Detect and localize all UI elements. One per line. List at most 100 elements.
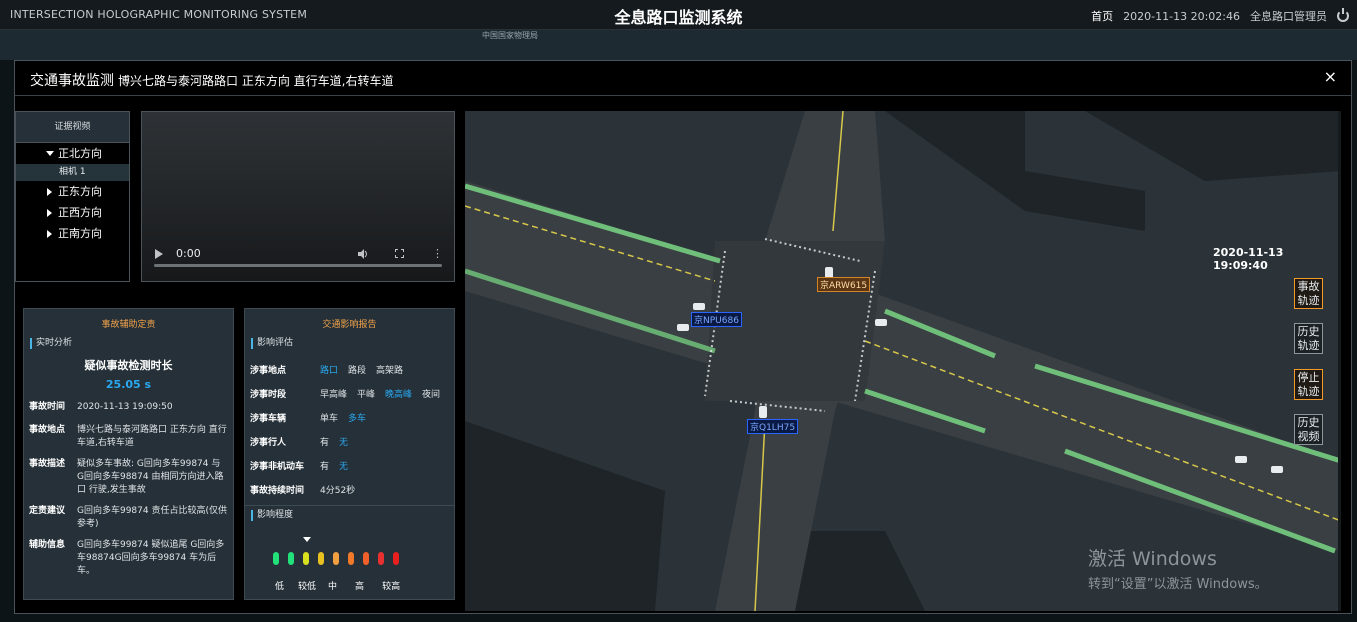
direction-north[interactable]: 正北方向 [16, 143, 129, 164]
vehicle-plate-label[interactable]: 京ARW615 [817, 277, 871, 292]
report-row: 涉事非机动车 有无 [250, 453, 454, 477]
modal-title: 交通事故监测 博兴七路与泰河路路口 正东方向 直行车道,右转车道 [30, 70, 393, 90]
report-row-key: 涉事时段 [250, 389, 287, 400]
report-option: 单车 [320, 413, 339, 424]
camera-1[interactable]: 相机 1 [16, 164, 129, 181]
assist-row-value: G回向多车99874 疑似追尾 G回向多车98874G回向多车99874 车为后… [77, 540, 225, 576]
watermark-line1: 激活 Windows [1088, 548, 1217, 570]
report-row-key: 涉事非机动车 [250, 461, 305, 472]
user-name[interactable]: 全息路口管理员 [1250, 8, 1327, 24]
impact-scale: 低 较低 中 高 较高 [275, 579, 400, 592]
watermark-line2: 转到“设置”以激活 Windows。 [1088, 577, 1268, 592]
assist-row: 事故时间 2020-11-13 19:09:50 [29, 401, 233, 414]
direction-south-label: 正南方向 [58, 227, 102, 240]
level-light [333, 552, 339, 565]
history-trajectory-button[interactable]: 历史轨迹 [1294, 323, 1323, 354]
stop-trajectory-button[interactable]: 停止轨迹 [1294, 369, 1323, 400]
video-player[interactable]: 0:00 ⋮ [141, 111, 455, 282]
level-light [318, 552, 324, 565]
assist-section: 实时分析 [30, 338, 233, 349]
assist-row-key: 辅助信息 [29, 540, 66, 550]
assist-row-value: G回向多车99874 责任占比较高(仅供参考) [77, 506, 227, 529]
accident-modal: 交通事故监测 博兴七路与泰河路路口 正东方向 直行车道,右转车道 × 证据视频 正… [14, 60, 1352, 614]
intersection-map[interactable]: 2020-11-13 19:09:40 京NPU686 京ARW615 京Q1L… [465, 111, 1341, 611]
report-section-impact: 影响程度 [251, 510, 454, 521]
impact-level-indicator [273, 552, 399, 565]
report-option: 有 [320, 437, 330, 448]
more-options-icon[interactable]: ⋮ [432, 247, 443, 260]
map-timestamp: 2020-11-13 19:09:40 [1213, 246, 1284, 272]
scale-label: 中 [328, 582, 338, 592]
assist-row-key: 事故时间 [29, 402, 66, 412]
scale-label: 低 [275, 582, 285, 592]
accident-trajectory-button[interactable]: 事故轨迹 [1294, 278, 1323, 309]
report-option: 无 [339, 437, 349, 448]
report-option: 有 [320, 461, 330, 472]
assist-row-key: 定责建议 [29, 506, 66, 516]
report-option: 无 [339, 461, 349, 472]
video-time: 0:00 [176, 247, 201, 260]
report-row: 涉事行人 有无 [250, 429, 454, 453]
assist-row: 事故地点 博兴七路与泰河路路口 正东方向 直行车道,右转车道 [29, 424, 233, 450]
windows-activation-watermark: 激活 Windows 转到“设置”以激活 Windows。 [1088, 544, 1268, 592]
video-progress-bar[interactable] [154, 264, 442, 267]
direction-east[interactable]: 正东方向 [16, 181, 129, 202]
top-right-info: 首页 2020-11-13 20:02:46 全息路口管理员 [1091, 8, 1349, 24]
report-row: 涉事时段 早高峰 平峰 晚高峰 夜间 [250, 381, 454, 405]
level-light [303, 552, 309, 565]
report-option: 多车 [348, 413, 367, 424]
modal-location: 博兴七路与泰河路路口 正东方向 直行车道,右转车道 [118, 74, 394, 88]
modal-header: 交通事故监测 博兴七路与泰河路路口 正东方向 直行车道,右转车道 × [15, 61, 1351, 96]
volume-icon[interactable] [358, 249, 368, 259]
report-option: 夜间 [422, 389, 441, 400]
assist-row: 事故描述 疑似多车事故: G回向多车99874 与 G回向多车98874 由相同方… [29, 458, 233, 497]
report-section-evaluation: 影响评估 [251, 338, 454, 349]
metric-label: 疑似事故检测时长 [84, 359, 173, 372]
play-icon[interactable] [155, 249, 163, 259]
direction-east-label: 正东方向 [58, 185, 102, 198]
vehicle-plate-label[interactable]: 京Q1LH75 [747, 419, 799, 434]
report-option: 4分52秒 [320, 485, 356, 496]
background-map-strip: 中国国家物理局 [0, 30, 1357, 60]
top-bar: INTERSECTION HOLOGRAPHIC MONITORING SYST… [0, 0, 1357, 30]
assist-row-key: 事故描述 [29, 459, 66, 469]
report-option: 早高峰 [320, 389, 348, 400]
fullscreen-icon[interactable] [395, 249, 404, 258]
assist-card: 事故辅助定责 实时分析 疑似事故检测时长 25.05 s 事故时间 2020-11… [23, 308, 234, 600]
history-video-button[interactable]: 历史视频 [1294, 414, 1323, 445]
assist-row: 定责建议 G回向多车99874 责任占比较高(仅供参考) [29, 505, 233, 531]
report-row-key: 事故持续时间 [250, 485, 305, 496]
level-light [288, 552, 294, 565]
direction-south[interactable]: 正南方向 [16, 223, 129, 244]
map-scrollbar[interactable] [1338, 111, 1341, 611]
report-option: 路段 [348, 365, 367, 376]
direction-west[interactable]: 正西方向 [16, 202, 129, 223]
report-row: 涉事地点 路口 路段 高架路 [250, 357, 454, 381]
report-option: 晚高峰 [385, 389, 413, 400]
power-icon[interactable] [1337, 8, 1349, 22]
report-option: 路口 [320, 365, 339, 376]
assist-row-value: 疑似多车事故: G回向多车99874 与 G回向多车98874 由相同方向进入路… [77, 459, 224, 495]
report-row-key: 涉事车辆 [250, 413, 287, 424]
report-row: 事故持续时间 4分52秒 [250, 477, 454, 501]
metric-value: 25.05 s [105, 378, 152, 391]
assist-row: 辅助信息 G回向多车99874 疑似追尾 G回向多车98874G回向多车99874… [29, 539, 233, 578]
vehicle-plate-label[interactable]: 京NPU686 [691, 312, 742, 327]
report-row-key: 涉事地点 [250, 365, 287, 376]
level-pointer-icon [303, 537, 311, 542]
intersection-graphic [465, 111, 1341, 611]
modal-title-text: 交通事故监测 [30, 73, 114, 89]
report-option: 平峰 [357, 389, 376, 400]
assist-header: 事故辅助定责 [101, 320, 156, 330]
home-link[interactable]: 首页 [1091, 8, 1113, 24]
impact-report-card: 交通影响报告 影响评估 涉事地点 路口 路段 高架路 涉事时段 早高峰 平峰 晚高峰 夜间 涉事车… [244, 308, 455, 600]
level-light [378, 552, 384, 565]
direction-north-label: 正北方向 [58, 147, 102, 160]
evidence-header: 证据视频 [16, 112, 129, 143]
scale-label: 较低 [298, 582, 317, 592]
assist-row-key: 事故地点 [29, 425, 66, 435]
report-rows: 涉事地点 路口 路段 高架路 涉事时段 早高峰 平峰 晚高峰 夜间 涉事车辆 单车 多车 涉事行人有无涉… [245, 357, 454, 501]
background-label: 中国国家物理局 [482, 31, 538, 40]
close-button[interactable]: × [1324, 67, 1337, 86]
level-light [273, 552, 279, 565]
